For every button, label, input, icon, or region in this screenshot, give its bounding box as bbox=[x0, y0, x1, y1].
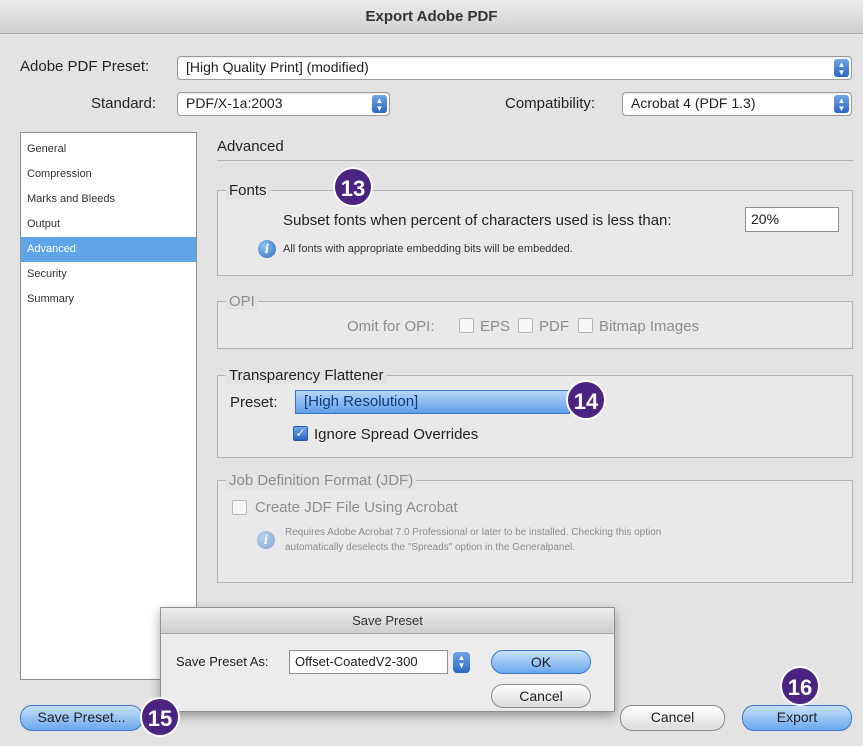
sidebar-item-marks-and-bleeds[interactable]: Marks and Bleeds bbox=[21, 187, 196, 212]
transparency-group-title: Transparency Flattener bbox=[226, 367, 387, 384]
compatibility-select[interactable]: Acrobat 4 (PDF 1.3) ▲ ▼ bbox=[622, 92, 852, 116]
save-preset-button[interactable]: Save Preset... bbox=[20, 705, 143, 731]
omit-opi-label: Omit for OPI: bbox=[347, 318, 435, 335]
bitmap-images-label: Bitmap Images bbox=[599, 318, 700, 335]
info-icon: i bbox=[257, 531, 275, 549]
save-preset-dialog-title: Save Preset bbox=[161, 608, 614, 634]
select-arrows-icon: ▲ ▼ bbox=[834, 59, 849, 77]
opi-group-title: OPI bbox=[226, 293, 258, 310]
create-jdf-checkbox[interactable] bbox=[232, 500, 247, 515]
standard-select[interactable]: PDF/X-1a:2003 ▲ ▼ bbox=[177, 92, 390, 116]
preset-select-value: [High Quality Print] (modified) bbox=[186, 59, 369, 75]
step-badge-15: 15 bbox=[140, 697, 180, 737]
panel-title: Advanced bbox=[217, 138, 284, 155]
create-jdf-label: Create JDF File Using Acrobat bbox=[255, 499, 458, 516]
category-sidebar: General Compression Marks and Bleeds Out… bbox=[20, 132, 197, 680]
subset-fonts-input[interactable]: 20% bbox=[745, 207, 839, 232]
opi-group bbox=[217, 301, 853, 349]
flattener-preset-select[interactable]: [High Resolution] bbox=[295, 390, 570, 414]
select-arrows-icon[interactable]: ▲ ▼ bbox=[453, 652, 470, 673]
save-preset-as-label: Save Preset As: bbox=[176, 654, 269, 669]
compatibility-select-value: Acrobat 4 (PDF 1.3) bbox=[631, 95, 756, 111]
fonts-group-title: Fonts bbox=[226, 182, 270, 199]
ignore-spread-overrides-checkbox[interactable]: ✓ bbox=[293, 426, 308, 441]
compatibility-label: Compatibility: bbox=[505, 95, 596, 112]
bitmap-images-checkbox[interactable] bbox=[578, 318, 593, 333]
select-arrows-icon: ▲ ▼ bbox=[372, 95, 387, 113]
subset-fonts-label: Subset fonts when percent of characters … bbox=[283, 212, 672, 229]
pdf-label: PDF bbox=[539, 318, 569, 335]
eps-label: EPS bbox=[480, 318, 511, 335]
sidebar-item-security[interactable]: Security bbox=[21, 262, 196, 287]
ignore-spread-overrides-label: Ignore Spread Overrides bbox=[314, 426, 479, 443]
window-title: Export Adobe PDF bbox=[0, 0, 863, 34]
preset-select[interactable]: [High Quality Print] (modified) ▲ ▼ bbox=[177, 56, 852, 80]
save-preset-ok-button[interactable]: OK bbox=[491, 650, 591, 674]
fonts-group bbox=[217, 190, 853, 276]
select-arrows-icon: ▲ ▼ bbox=[834, 95, 849, 113]
pdf-checkbox[interactable] bbox=[518, 318, 533, 333]
transparency-group bbox=[217, 375, 853, 458]
sidebar-item-advanced[interactable]: Advanced bbox=[21, 237, 196, 262]
step-badge-16: 16 bbox=[780, 666, 820, 706]
panel-title-divider bbox=[217, 160, 853, 161]
standard-label: Standard: bbox=[91, 95, 157, 112]
sidebar-item-compression[interactable]: Compression bbox=[21, 162, 196, 187]
jdf-info-line-1: Requires Adobe Acrobat 7.0 Professional … bbox=[285, 527, 662, 538]
step-badge-14: 14 bbox=[566, 380, 606, 420]
flattener-preset-label: Preset: bbox=[230, 394, 278, 411]
eps-checkbox[interactable] bbox=[459, 318, 474, 333]
standard-select-value: PDF/X-1a:2003 bbox=[186, 95, 283, 111]
jdf-info-line-2: automatically deselects the "Spreads" op… bbox=[285, 542, 576, 553]
save-preset-dialog: Save Preset Save Preset As: Offset-Coate… bbox=[160, 607, 615, 712]
fonts-info-text: All fonts with appropriate embedding bit… bbox=[283, 243, 573, 255]
step-badge-13: 13 bbox=[333, 167, 373, 207]
cancel-button[interactable]: Cancel bbox=[620, 705, 725, 731]
preset-label: Adobe PDF Preset: bbox=[20, 58, 150, 75]
sidebar-item-summary[interactable]: Summary bbox=[21, 287, 196, 312]
info-icon: i bbox=[258, 240, 276, 258]
save-preset-name-input[interactable]: Offset-CoatedV2-300 bbox=[289, 650, 448, 674]
sidebar-item-output[interactable]: Output bbox=[21, 212, 196, 237]
export-button[interactable]: Export bbox=[742, 705, 852, 731]
save-preset-cancel-button[interactable]: Cancel bbox=[491, 684, 591, 708]
jdf-group-title: Job Definition Format (JDF) bbox=[226, 472, 417, 489]
sidebar-item-general[interactable]: General bbox=[21, 137, 196, 162]
